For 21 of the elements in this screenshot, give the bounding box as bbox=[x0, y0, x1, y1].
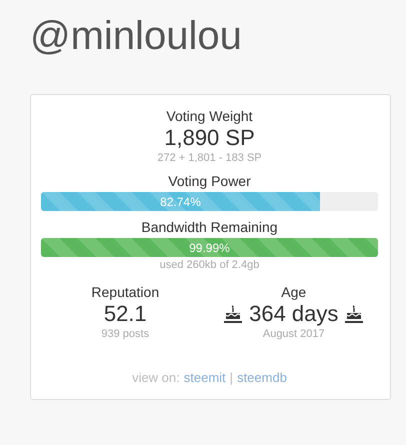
stat-label: Age bbox=[281, 283, 306, 301]
weight-label: Voting Weight bbox=[166, 107, 253, 125]
progress-reading: 99.99% bbox=[189, 240, 230, 254]
profile-link[interactable]: steemdb bbox=[237, 370, 287, 385]
bandwidth-note: used 260kb of 2.4gb bbox=[160, 258, 260, 273]
progress-reading: 82.74% bbox=[160, 194, 201, 208]
profile-link[interactable]: steemit bbox=[184, 370, 226, 385]
bar-label: Voting Power bbox=[168, 172, 251, 190]
stat-value: 52.1 bbox=[104, 301, 147, 327]
cake-icon bbox=[223, 304, 244, 324]
stat-detail: 939 posts bbox=[101, 327, 150, 342]
weight-value: 1,890 SP bbox=[164, 125, 255, 151]
view-on-label: view on: bbox=[132, 370, 180, 385]
stat-label: Reputation bbox=[91, 283, 160, 301]
stat-value: 364 days bbox=[249, 301, 338, 327]
stat-detail: August 2017 bbox=[262, 327, 325, 342]
username-heading: @minloulou bbox=[30, 13, 243, 60]
bar-label: Bandwidth Remaining bbox=[141, 218, 278, 236]
separator: | bbox=[230, 370, 234, 385]
cake-icon bbox=[344, 304, 364, 324]
weight-detail: 272 + 1,801 - 183 SP bbox=[157, 151, 262, 166]
